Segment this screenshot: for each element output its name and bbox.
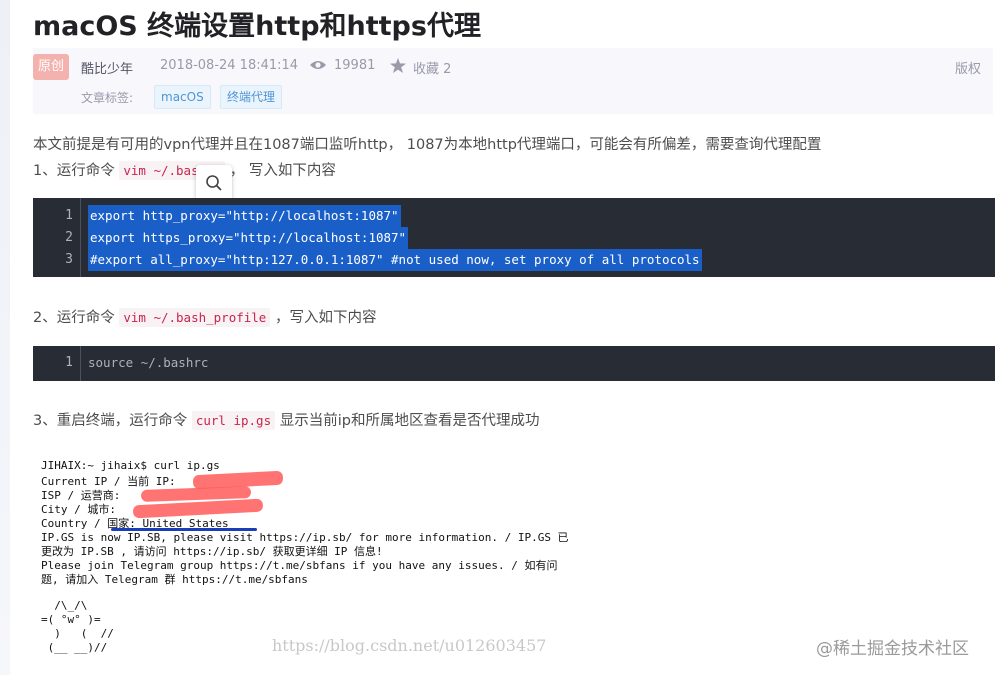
line-number: 2	[65, 230, 73, 245]
step2-inline-code: vim ~/.bash_profile	[119, 308, 271, 327]
terminal-line: /\_/\	[41, 599, 88, 612]
step3-inline-code: curl ip.gs	[191, 411, 276, 430]
code-line: 1 source ~/.bashrc	[33, 352, 995, 374]
step2-suffix: ，写入如下内容	[274, 310, 377, 326]
star-icon[interactable]	[390, 58, 406, 73]
code-block-bash-profile: 1 source ~/.bashrc	[33, 346, 995, 381]
eye-icon	[310, 61, 326, 69]
step2-prefix: 2、运行命令	[33, 310, 115, 326]
code-text: export http_proxy="http://localhost:1087…	[88, 205, 401, 227]
view-count: 19981	[334, 58, 376, 73]
search-tooltip[interactable]	[196, 165, 232, 207]
terminal-line: JIHAIX:~ jihaix$ curl ip.gs	[41, 459, 220, 472]
step3-prefix: 3、重启终端，运行命令	[33, 413, 188, 429]
step1-suffix: ， 写入如下内容	[229, 163, 336, 179]
code-block-bashrc: 1 export http_proxy="http://localhost:10…	[33, 198, 995, 277]
line-number: 1	[65, 208, 73, 223]
code-text: source ~/.bashrc	[88, 355, 209, 370]
line-number: 3	[65, 252, 73, 267]
juejin-watermark: @稀土掘金技术社区	[816, 639, 969, 659]
step1-prefix: 1、运行命令	[33, 163, 115, 179]
tag-terminal-proxy[interactable]: 终端代理	[220, 85, 283, 109]
article-title: macOS 终端设置http和https代理	[33, 11, 481, 42]
article-meta: 原创 酷比少年 2018-08-24 18:41:14 19981 收藏 2 版…	[33, 48, 993, 114]
underline-mark	[111, 528, 257, 531]
step2-paragraph: 2、运行命令 vim ~/.bash_profile ，写入如下内容	[33, 306, 376, 327]
code-text: export https_proxy="http://localhost:108…	[88, 227, 409, 249]
search-icon[interactable]	[205, 174, 223, 192]
terminal-line: 题, 请加入 Telegram 群 https://t.me/sbfans	[41, 573, 308, 586]
intro-paragraph: 本文前提是有可用的vpn代理并且在1087端口监听http， 1087为本地ht…	[33, 137, 822, 153]
publish-datetime: 2018-08-24 18:41:14	[160, 58, 299, 73]
copyright-link[interactable]: 版权	[955, 58, 981, 77]
csdn-watermark: https://blog.csdn.net/u012603457	[272, 636, 547, 655]
code-line: 3 #export all_proxy="http:127.0.0.1:1087…	[33, 249, 995, 271]
terminal-line: (__ __)//	[41, 641, 108, 654]
tags-label: 文章标签:	[81, 91, 134, 105]
terminal-line: =( °w° )=	[41, 613, 101, 626]
original-badge: 原创	[33, 54, 69, 80]
step1-paragraph: 1、运行命令 vim ~/.bashrc ， 写入如下内容	[33, 159, 336, 180]
code-text: #export all_proxy="http:127.0.0.1:1087" …	[88, 249, 702, 271]
step3-suffix: 显示当前ip和所属地区查看是否代理成功	[279, 413, 540, 429]
left-edge-strip	[0, 0, 10, 675]
code-line: 2 export https_proxy="http://localhost:1…	[33, 227, 995, 249]
tag-macos[interactable]: macOS	[154, 85, 211, 109]
step3-paragraph: 3、重启终端，运行命令 curl ip.gs 显示当前ip和所属地区查看是否代理…	[33, 409, 539, 430]
author-link[interactable]: 酷比少年	[81, 58, 133, 77]
line-number: 1	[65, 355, 73, 370]
favorite-button[interactable]: 收藏 2	[413, 58, 451, 77]
code-line: 1 export http_proxy="http://localhost:10…	[33, 205, 995, 227]
terminal-line: ) ( //	[41, 627, 114, 640]
